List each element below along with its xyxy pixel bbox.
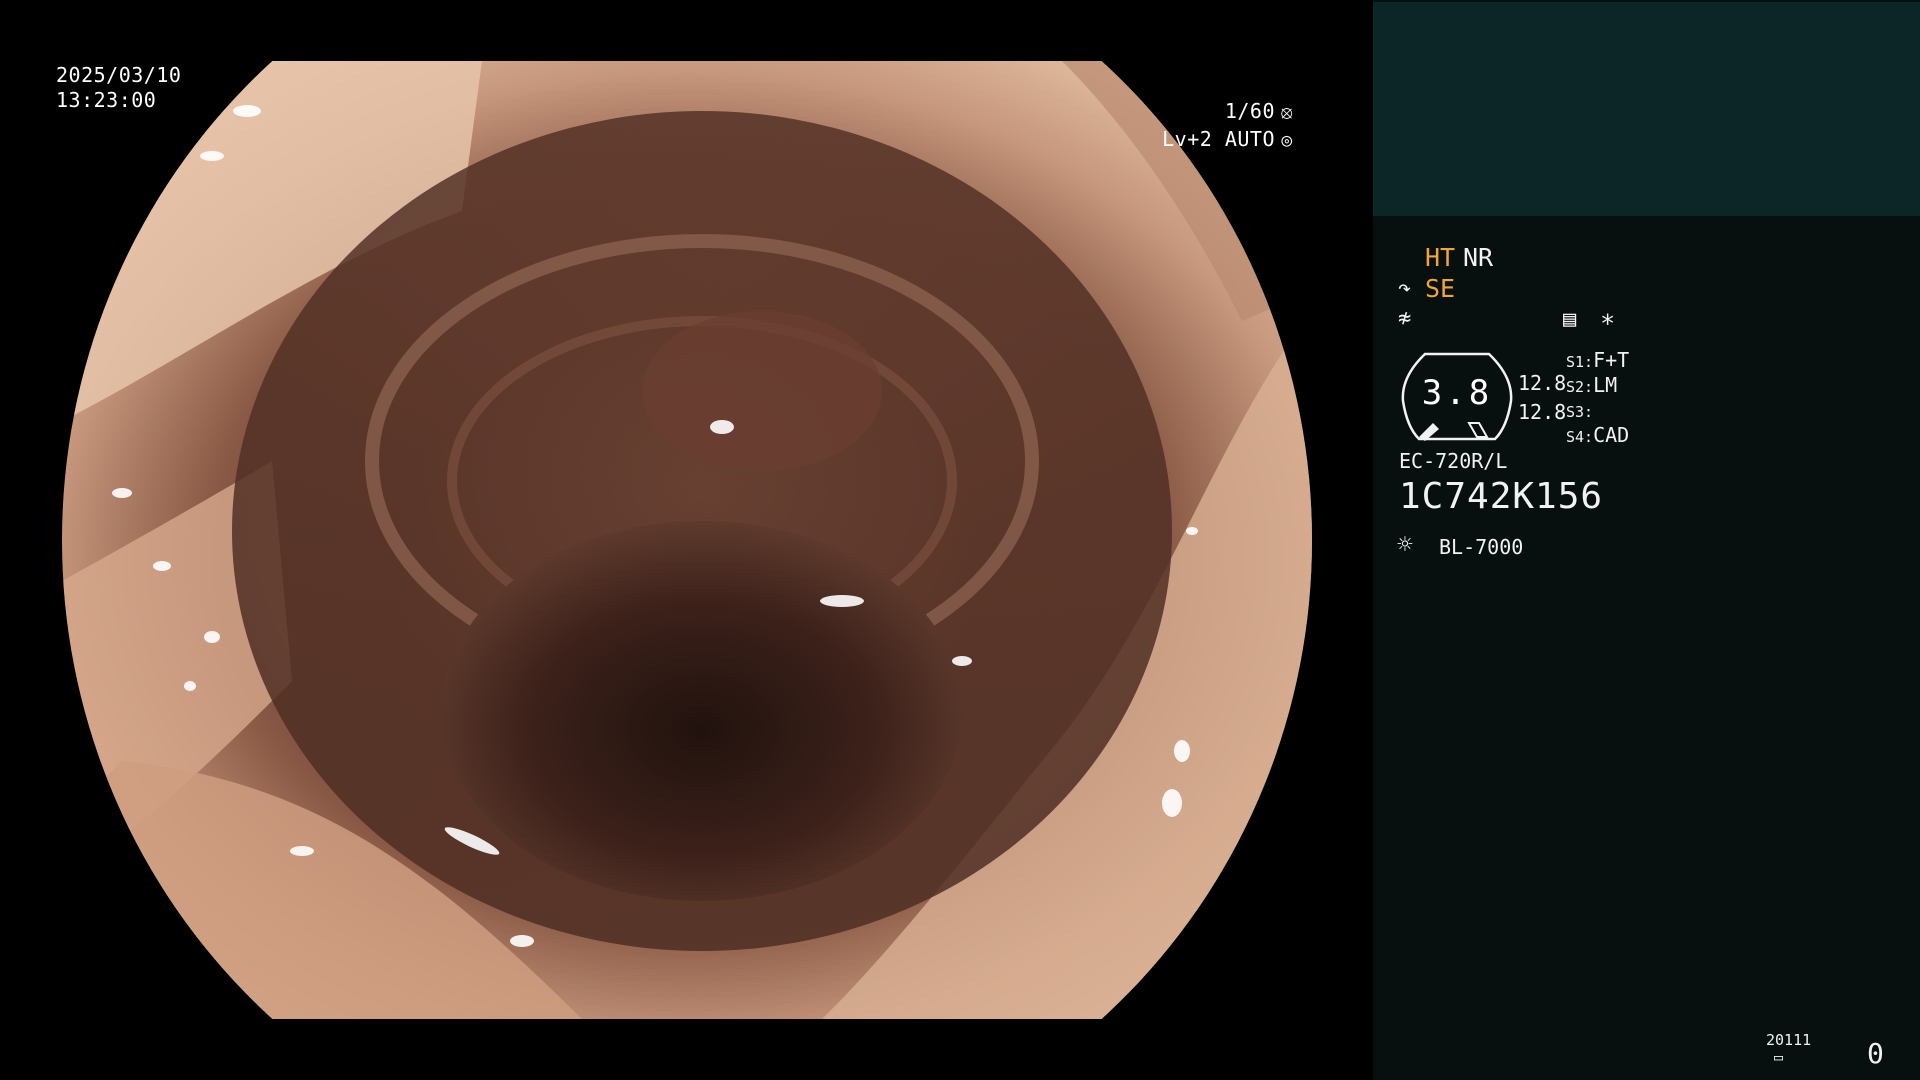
switch-row-3: S3: xyxy=(1566,397,1593,425)
disk-icon: ▭ xyxy=(1774,1048,1784,1066)
iris-mode-value: Lv+2 AUTO xyxy=(1162,127,1275,151)
scope-serial-number: 1C742K156 xyxy=(1399,476,1604,517)
info-panel: HT NR ↷ SE ≉ ▤ ∗ 3.8 12.8 12.8 S1:F+T S2… xyxy=(1373,0,1920,1080)
shutter-speed-value: 1/60 xyxy=(1224,99,1275,123)
edge-enhance-icon: ≉ xyxy=(1398,306,1412,331)
shutter-speed: 1/60 ⦻ xyxy=(1225,99,1296,125)
switch-value: F+T xyxy=(1593,348,1630,372)
aperture-icon: ⦻ xyxy=(1280,102,1294,123)
endoscopy-monitor-screen: 2025/03/10 13:23:00 1/60 ⦻ Lv+2 AUTO ◎ HT … xyxy=(0,0,1920,1080)
structure-enhance-icon: ↷ xyxy=(1398,276,1412,301)
light-source-model: BL-7000 xyxy=(1439,535,1524,559)
image-counter-small: 20111 xyxy=(1766,1031,1812,1049)
switch-row-4: S4:CAD xyxy=(1566,422,1629,450)
switch-key: S4: xyxy=(1566,428,1594,446)
switch-row-2: S2:LM xyxy=(1566,372,1617,400)
patient-info-box xyxy=(1373,2,1920,216)
switch-key: S3: xyxy=(1566,403,1594,421)
scope-model: EC-720R/L xyxy=(1399,449,1508,473)
study-time: 13:23:00 xyxy=(56,88,157,112)
iris-mode: Lv+2 AUTO ◎ xyxy=(1162,127,1296,153)
image-counter: 0 xyxy=(1867,1037,1884,1070)
memory-card-icon: ▤ xyxy=(1563,307,1577,332)
asterisk-icon: ∗ xyxy=(1600,304,1616,333)
scope-tip-gauge: 3.8 xyxy=(1399,351,1515,443)
nr-mode-label: NR xyxy=(1463,243,1494,272)
switch-value: LM xyxy=(1593,373,1618,397)
switch-key: S1: xyxy=(1566,353,1594,371)
parameter-value-1: 12.8 xyxy=(1518,371,1567,395)
ht-mode-label: HT xyxy=(1425,243,1456,272)
study-date: 2025/03/10 xyxy=(56,63,182,87)
parameter-value-2: 12.8 xyxy=(1518,400,1567,424)
lamp-icon: ☼ xyxy=(1397,530,1413,560)
gauge-value: 3.8 xyxy=(1421,373,1493,413)
endoscopic-view xyxy=(62,61,1312,1019)
switch-row-1: S1:F+T xyxy=(1566,347,1629,375)
switch-value: CAD xyxy=(1593,423,1630,447)
switch-key: S2: xyxy=(1566,378,1594,396)
iris-mode-icon: ◎ xyxy=(1281,130,1293,151)
colon-lumen-image xyxy=(62,61,1312,1019)
se-mode-label: SE xyxy=(1425,274,1456,303)
